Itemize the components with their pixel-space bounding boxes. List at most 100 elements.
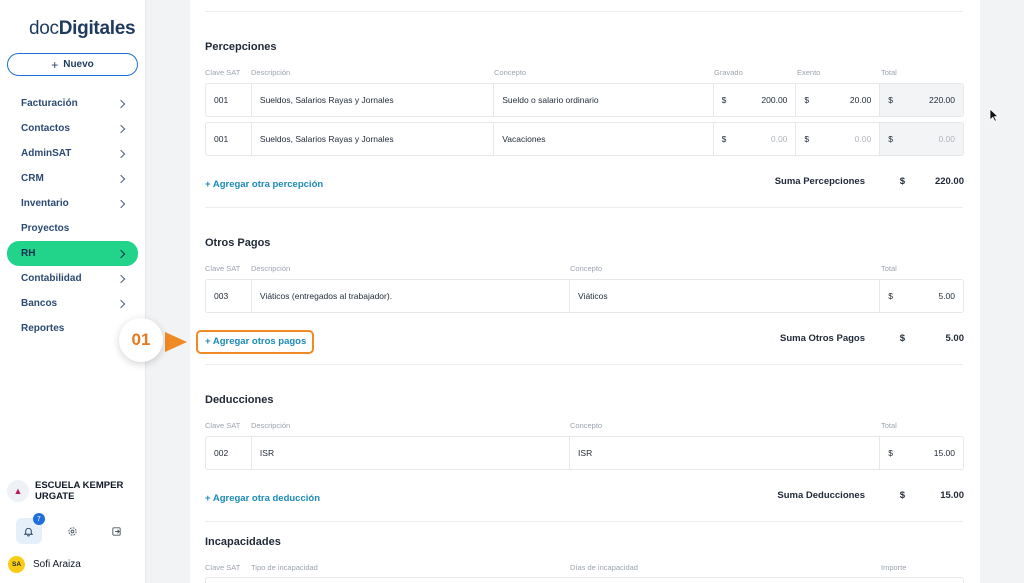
highlight-box [196,330,314,354]
section-divider [205,207,963,208]
percepciones-title: Percepciones [205,41,277,53]
sidebar-nav: Facturación Contactos AdminSAT CRM Inventari… [7,91,138,341]
col-header-descripcion: Descripción [251,68,291,77]
col-header-gravado: Gravado [714,68,743,77]
sidebar-tools: 7 [7,513,138,544]
notifications-button[interactable]: 7 [15,513,45,544]
sidebar-item-facturacion[interactable]: Facturación [7,91,138,116]
step-callout: 01 [119,318,163,362]
sidebar-item-rh[interactable]: RH [7,241,138,266]
total-value: 220.00 [929,95,955,105]
chevron-right-icon [116,174,126,183]
exento-input[interactable]: $0.00 [796,123,881,155]
logout-button[interactable] [103,518,129,544]
user-profile[interactable]: SA Sofi Araiza [8,556,81,573]
concepto-input[interactable]: Sueldo o salario ordinario [494,84,714,116]
sidebar-item-contabilidad[interactable]: Contabilidad [7,266,138,291]
clave-cell[interactable]: 003 [206,280,252,312]
descripcion-cell[interactable]: ISR [252,437,571,469]
percepciones-sum: Suma Percepciones $ 220.00 [665,176,964,187]
sidebar-item-inventario[interactable]: Inventario [7,191,138,216]
sidebar-item-crm[interactable]: CRM [7,166,138,191]
sidebar-item-label: AdminSAT [21,148,72,159]
deducciones-sum: Suma Deducciones $ 15.00 [665,490,964,501]
clave-cell[interactable]: 002 [206,437,252,469]
currency-symbol: $ [888,134,893,144]
sidebar-item-proyectos[interactable]: Proyectos [7,216,138,241]
descripcion-cell[interactable]: Viáticos (entregados al trabajador). [252,280,571,312]
descripcion-cell[interactable]: Sueldos, Salarios Rayas y Jornales [252,123,495,155]
currency-symbol: $ [888,95,893,105]
sidebar-item-label: Facturación [21,98,78,109]
section-divider [205,11,963,12]
logo-text-light: doc [29,18,59,39]
clave-cell[interactable]: 001 [206,123,252,155]
gravado-value: 0.00 [770,134,788,144]
sum-value: 5.00 [945,333,965,344]
sidebar-item-adminsat[interactable]: AdminSAT [7,141,138,166]
descripcion-cell[interactable]: Sueldos, Salarios Rayas y Jornales [252,84,495,116]
clave-cell[interactable]: 001 [206,84,252,116]
sum-label: Suma Percepciones [774,176,865,187]
col-header-importe: Importe [881,563,907,572]
currency-symbol: $ [804,134,810,144]
avatar: SA [8,556,25,573]
organization-switcher[interactable]: ▲ ESCUELA KEMPER URGATE [7,480,141,502]
deducciones-title: Deducciones [205,394,274,406]
notifications-badge: 7 [32,513,45,525]
chevron-right-icon [116,199,126,208]
col-header-dias: Días de incapacidad [570,563,638,572]
currency-symbol: $ [888,291,893,301]
sidebar-item-contactos[interactable]: Contactos [7,116,138,141]
col-header-clave: Clave SAT [205,421,241,430]
total-cell: $0.00 [880,123,963,155]
new-button[interactable]: + Nuevo [7,53,138,76]
sum-value: 15.00 [940,490,964,501]
section-divider [205,521,963,522]
exento-input[interactable]: $20.00 [796,84,881,116]
organization-name: ESCUELA KEMPER URGATE [35,480,123,502]
organization-name-line2: URGATE [35,491,75,502]
concepto-input[interactable]: Viáticos [570,280,881,312]
table-row: 001 Sueldos, Salarios Rayas y Jornales V… [205,122,964,156]
gravado-value: 200.00 [761,95,788,105]
otros-pagos-title: Otros Pagos [205,237,271,249]
organization-name-line1: ESCUELA KEMPER [35,480,124,491]
callout-arrow-icon [165,332,187,352]
payroll-form-card: Percepciones Clave SAT Descripción Conce… [190,0,980,583]
chevron-right-icon [116,149,126,158]
col-header-descripcion: Descripción [251,421,291,430]
concepto-input[interactable]: Vacaciones [494,123,714,155]
table-row: 002 ISR ISR $15.00 [205,436,964,470]
currency-symbol: $ [804,95,810,105]
exento-value: 20.00 [849,95,872,105]
chevron-right-icon [116,99,126,108]
app-logo[interactable]: docDigitales [29,18,136,40]
settings-button[interactable] [59,518,85,544]
total-value: 0.00 [938,134,955,144]
gravado-input[interactable]: $0.00 [714,123,797,155]
add-percepcion-link[interactable]: + Agregar otra percepción [205,179,323,190]
table-row [205,577,964,583]
table-row: 003 Viáticos (entregados al trabajador).… [205,279,964,313]
col-header-total: Total [881,68,897,77]
sidebar-item-label: CRM [21,173,44,184]
gravado-input[interactable]: $200.00 [714,84,797,116]
col-header-exento: Exento [797,68,821,77]
exento-value: 0.00 [854,134,872,144]
sum-currency: $ [899,490,905,501]
col-header-tipo: Tipo de incapacidad [251,563,318,572]
add-deduccion-link[interactable]: + Agregar otra deducción [205,493,320,504]
logo-text-bold: Digitales [58,18,136,39]
gear-icon [68,526,77,536]
sum-currency: $ [899,333,905,344]
concepto-input[interactable]: ISR [570,437,881,469]
otros-pagos-sum: Suma Otros Pagos $ 5.00 [665,333,964,344]
sum-label: Suma Otros Pagos [780,333,865,344]
sidebar-item-label: Inventario [21,198,69,209]
new-button-label: Nuevo [63,59,94,70]
col-header-total: Total [881,421,897,430]
total-input[interactable]: $15.00 [880,437,963,469]
total-input[interactable]: $5.00 [880,280,963,312]
sidebar-item-bancos[interactable]: Bancos [7,291,138,316]
